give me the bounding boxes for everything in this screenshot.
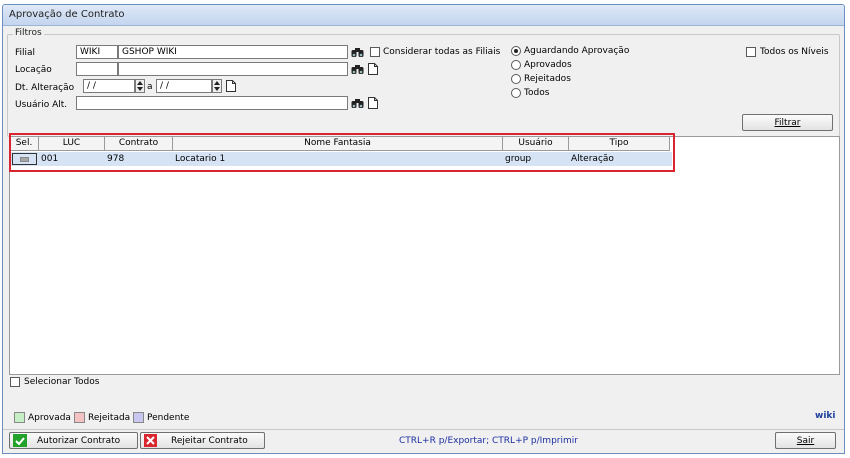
filial-search-binoculars-icon[interactable]	[350, 45, 364, 59]
legend-pendente-label: Pendente	[147, 413, 190, 423]
radio-rejeitados-label: Rejeitados	[524, 74, 571, 84]
dt-to-spinner[interactable]	[212, 79, 222, 93]
all-levels-label: Todos os Níveis	[760, 47, 829, 57]
locacao-label: Locação	[15, 65, 52, 75]
usuario-search-binoculars-icon[interactable]	[350, 96, 364, 110]
legend-rejeitada-swatch	[74, 412, 85, 423]
select-all-checkbox[interactable]	[10, 377, 20, 387]
filter-button[interactable]: Filtrar	[742, 114, 833, 131]
radio-rejeitados[interactable]	[511, 74, 521, 84]
filter-button-label: Filtrar	[774, 117, 801, 128]
filial-code-field[interactable]: WIKI	[76, 45, 118, 59]
dt-to-field[interactable]: / /	[156, 79, 212, 93]
authorize-contract-label: Autorizar Contrato	[37, 435, 121, 446]
window-title: Aprovação de Contrato	[9, 9, 125, 20]
radio-aguardando[interactable]	[511, 46, 521, 56]
reject-contract-button[interactable]: Rejeitar Contrato	[140, 432, 265, 449]
dt-alteracao-label: Dt. Alteração	[15, 83, 75, 93]
locacao-search-binoculars-icon[interactable]	[350, 62, 364, 76]
locacao-code-field[interactable]	[76, 62, 118, 76]
exit-button[interactable]: Sair	[775, 432, 836, 449]
dt-from-field[interactable]: / /	[83, 79, 135, 93]
x-icon	[144, 434, 157, 447]
radio-aguardando-label: Aguardando Aprovação	[524, 46, 630, 56]
consider-all-filiais-checkbox[interactable]	[370, 47, 380, 57]
dt-separator: a	[147, 82, 153, 92]
filial-label: Filial	[15, 48, 36, 58]
usuario-alt-field[interactable]	[76, 96, 348, 110]
main-window: Aprovação de Contrato Filtros Filial WIK…	[2, 4, 845, 454]
legend-aprovada-label: Aprovada	[28, 413, 71, 423]
all-levels-checkbox[interactable]	[746, 47, 756, 57]
shortcut-hint: CTRL+R p/Exportar; CTRL+P p/Imprimir	[399, 436, 578, 446]
legend-aprovada-swatch	[14, 412, 25, 423]
dt-clear-page-icon[interactable]	[224, 79, 238, 93]
radio-todos-label: Todos	[524, 88, 550, 98]
exit-button-label: Sair	[796, 435, 815, 446]
legend-pendente-swatch	[133, 412, 144, 423]
legend-rejeitada-label: Rejeitada	[88, 413, 131, 423]
usuario-alt-label: Usuário Alt.	[15, 100, 68, 110]
authorize-contract-button[interactable]: Autorizar Contrato	[9, 432, 138, 449]
brand-logo: wiki	[815, 411, 836, 421]
reject-contract-label: Rejeitar Contrato	[171, 435, 248, 446]
highlight-box	[9, 133, 675, 172]
title-bar: Aprovação de Contrato	[3, 5, 844, 26]
usuario-clear-page-icon[interactable]	[366, 96, 380, 110]
dt-from-spinner[interactable]	[135, 79, 145, 93]
radio-aprovados[interactable]	[511, 60, 521, 70]
locacao-name-field[interactable]	[118, 62, 348, 76]
consider-all-filiais-label: Considerar todas as Filiais	[383, 47, 501, 57]
filters-legend: Filtros	[13, 28, 44, 38]
locacao-clear-page-icon[interactable]	[366, 62, 380, 76]
select-all-label: Selecionar Todos	[24, 377, 100, 387]
radio-todos[interactable]	[511, 88, 521, 98]
radio-aprovados-label: Aprovados	[524, 60, 572, 70]
filial-name-field[interactable]: GSHOP WIKI	[118, 45, 348, 59]
check-icon	[13, 434, 27, 447]
